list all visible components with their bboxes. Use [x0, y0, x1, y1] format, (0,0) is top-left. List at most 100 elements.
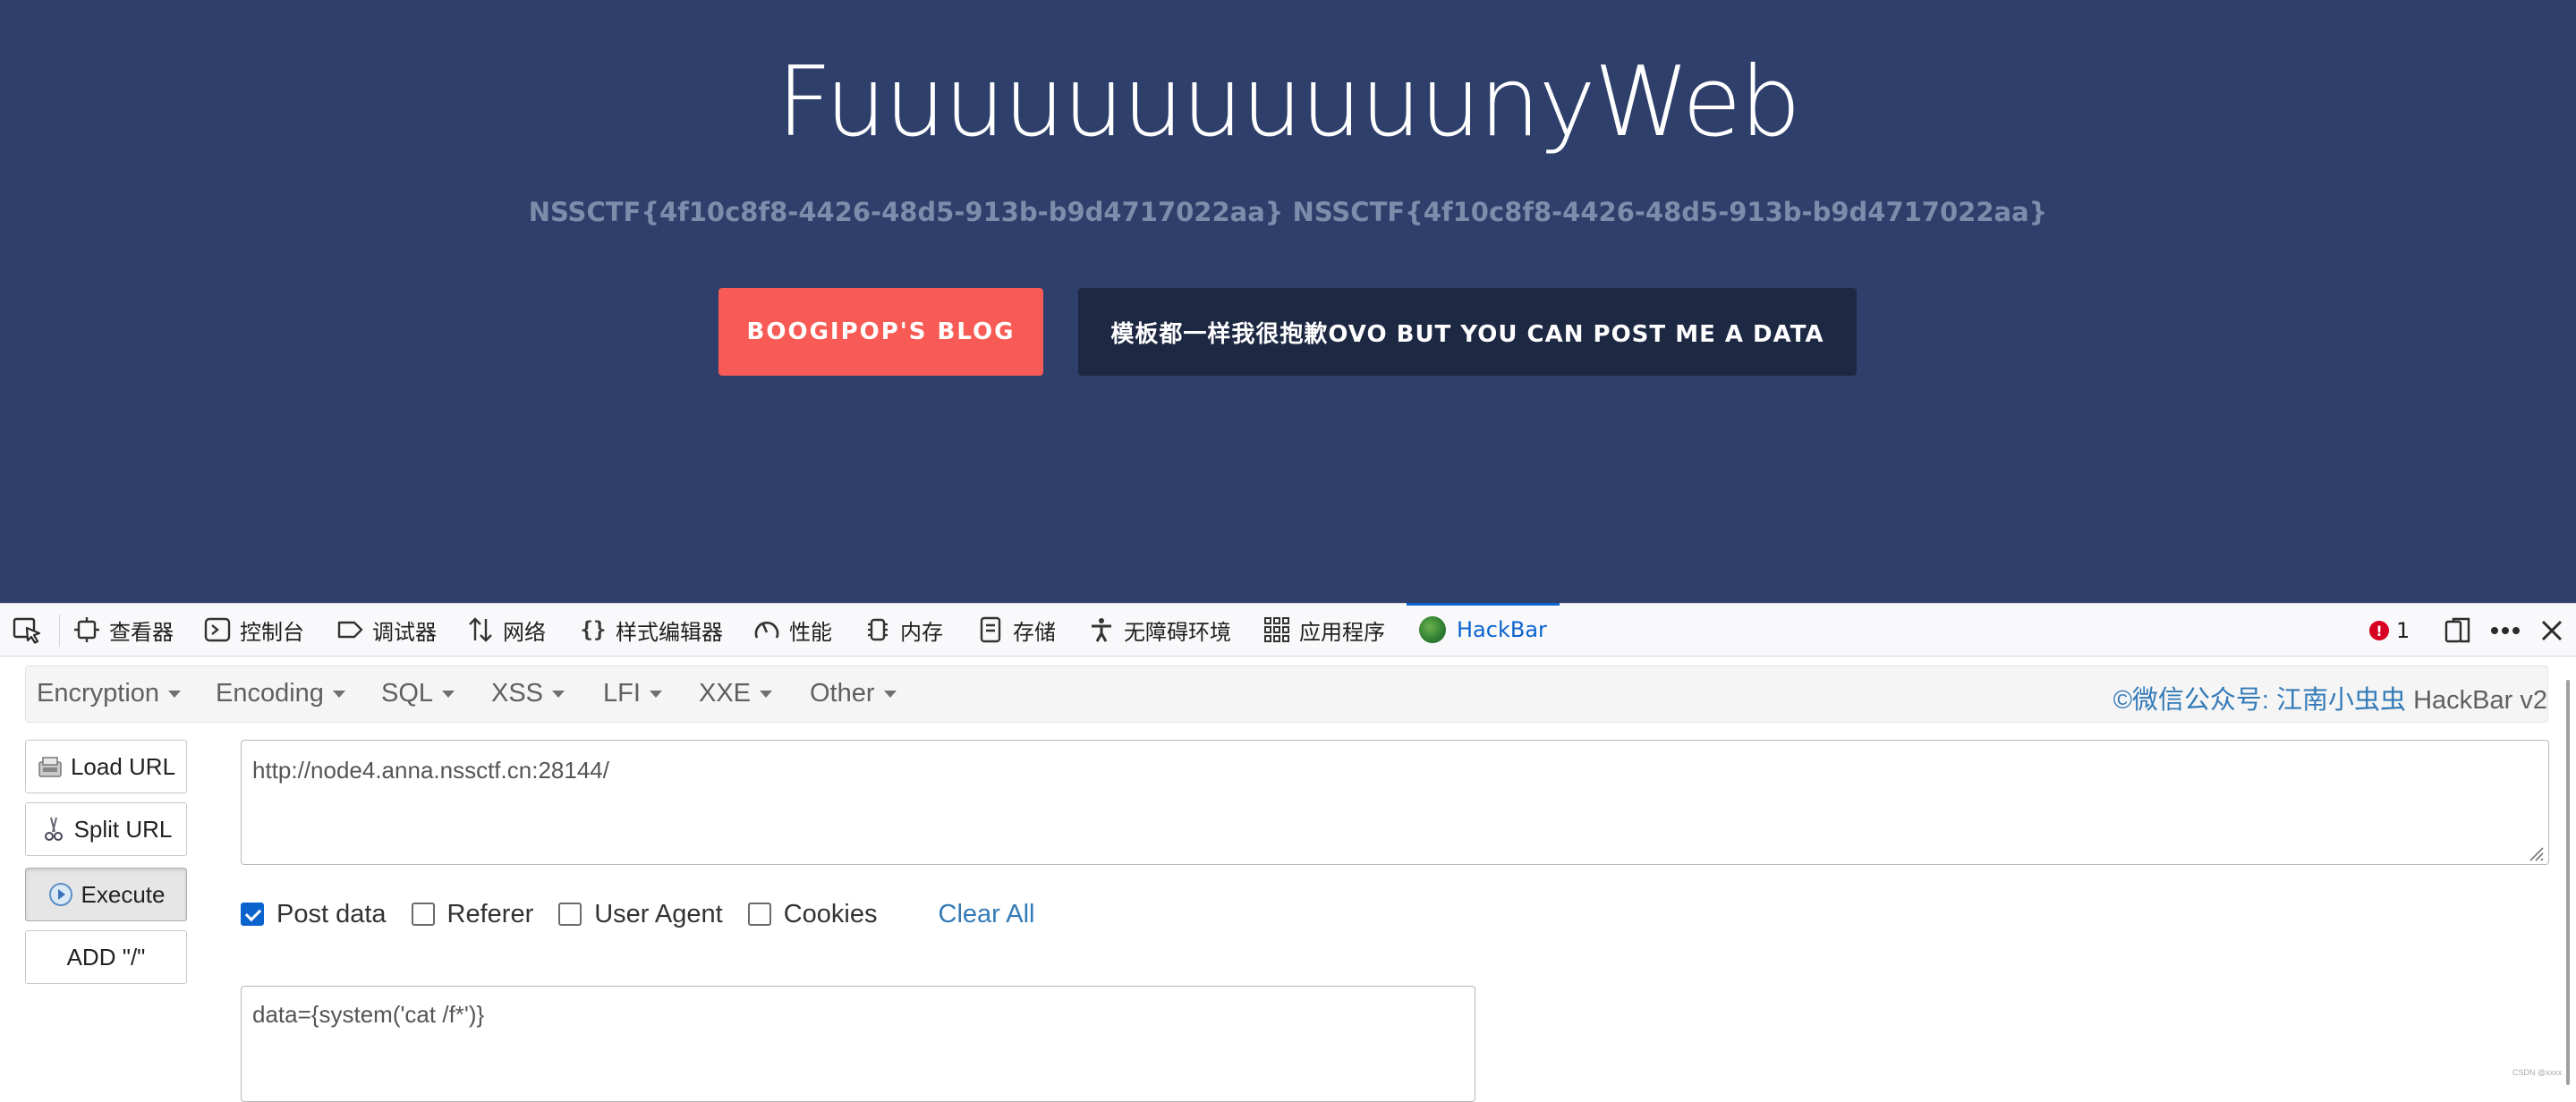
option-label: Cookies	[783, 899, 878, 928]
menu-encryption[interactable]: Encryption	[37, 679, 182, 708]
toolbar-divider	[59, 615, 60, 647]
caret-down-icon	[760, 691, 773, 699]
options-row: Post data Referer User Agent Cookies Cle…	[241, 896, 1035, 932]
add-slash-button[interactable]: ADD "/"	[25, 930, 187, 984]
tab-style-editor[interactable]: {} 样式编辑器	[580, 604, 723, 656]
application-icon	[1263, 616, 1290, 643]
storage-icon	[977, 616, 1004, 643]
menu-other[interactable]: Other	[810, 679, 897, 708]
caret-down-icon	[552, 691, 565, 699]
hackbar-menu-bar: Encryption Encoding SQL XSS LFI XXE Othe…	[25, 665, 2548, 723]
scissors-icon	[40, 816, 67, 843]
load-url-button[interactable]: Load URL	[25, 740, 187, 793]
referer-checkbox[interactable]	[411, 903, 435, 926]
menu-label: XXE	[699, 679, 752, 708]
referer-option[interactable]: Referer	[411, 899, 534, 929]
tab-label: 性能	[789, 619, 832, 645]
close-icon[interactable]	[2536, 615, 2568, 647]
watermark: CSDN @xxxx	[2512, 1068, 2563, 1077]
execute-button[interactable]: Execute	[25, 868, 187, 921]
tab-label: 样式编辑器	[616, 619, 723, 645]
hackbar-logo-icon	[1419, 616, 1446, 643]
style-editor-icon: {}	[580, 617, 607, 642]
caret-down-icon	[168, 691, 182, 699]
tab-network[interactable]: 网络	[467, 604, 546, 656]
performance-icon	[753, 616, 780, 643]
menu-label: Encoding	[216, 679, 324, 708]
post-data-button[interactable]: 模板都一样我很抱歉OVO BUT YOU CAN POST ME A DATA	[1078, 288, 1857, 376]
flag-text: NSSCTF{4f10c8f8-4426-48d5-913b-b9d471702…	[528, 197, 2048, 227]
tab-accessibility[interactable]: 无障碍环境	[1088, 604, 1231, 656]
tab-label: 存储	[1013, 619, 1056, 645]
menu-xss[interactable]: XSS	[491, 679, 565, 708]
tab-application[interactable]: 应用程序	[1263, 604, 1385, 656]
tab-storage[interactable]: 存储	[977, 604, 1056, 656]
menu-label: Encryption	[37, 679, 160, 708]
scrollbar-thumb[interactable]	[2566, 680, 2570, 1085]
debugger-icon	[336, 616, 363, 643]
menu-sql[interactable]: SQL	[381, 679, 455, 708]
clear-all-link[interactable]: Clear All	[939, 900, 1035, 929]
tab-memory[interactable]: 内存	[864, 604, 943, 656]
menu-label: Other	[810, 679, 875, 708]
blog-button[interactable]: BOOGIPOP'S BLOG	[718, 288, 1043, 376]
network-icon	[467, 616, 494, 643]
button-label: Load URL	[70, 752, 176, 780]
more-options-icon[interactable]	[2489, 615, 2521, 647]
post-data-checkbox[interactable]	[241, 903, 264, 926]
tab-label: 应用程序	[1299, 619, 1385, 645]
play-icon	[47, 881, 74, 908]
menu-encoding[interactable]: Encoding	[216, 679, 345, 708]
responsive-design-icon[interactable]	[2441, 615, 2473, 647]
button-label: ADD "/"	[66, 943, 146, 971]
page-title: FuuuuuuuuuuunyWeb	[777, 47, 1801, 158]
option-label: Post data	[276, 899, 387, 928]
menu-label: XSS	[491, 679, 544, 708]
option-label: Referer	[446, 899, 534, 928]
tab-inspector[interactable]: 查看器	[73, 604, 174, 656]
tab-label: HackBar	[1457, 617, 1547, 642]
url-value: http://node4.anna.nssctf.cn:28144/	[252, 757, 609, 784]
caret-down-icon	[649, 691, 662, 699]
tab-label: 控制台	[240, 619, 304, 645]
element-picker-icon[interactable]	[13, 616, 43, 645]
tab-label: 调试器	[372, 619, 437, 645]
url-textarea[interactable]: http://node4.anna.nssctf.cn:28144/	[241, 740, 2549, 865]
button-label: Execute	[81, 880, 166, 908]
load-url-icon	[37, 753, 64, 780]
option-label: User Agent	[594, 899, 723, 928]
console-icon	[204, 616, 231, 643]
tab-label: 网络	[503, 619, 546, 645]
resize-grip-icon[interactable]	[2525, 841, 2545, 861]
menu-label: SQL	[381, 679, 434, 708]
error-icon: !	[2369, 621, 2389, 640]
tab-console[interactable]: 控制台	[204, 604, 304, 656]
hero-section: FuuuuuuuuuuunyWeb NSSCTF{4f10c8f8-4426-4…	[0, 0, 2576, 603]
tab-label: 无障碍环境	[1124, 619, 1231, 645]
error-counter[interactable]: ! 1	[2369, 616, 2410, 645]
caret-down-icon	[883, 691, 897, 699]
caret-down-icon	[332, 691, 345, 699]
cookies-option[interactable]: Cookies	[747, 899, 878, 929]
inspector-icon	[73, 616, 100, 643]
tab-performance[interactable]: 性能	[753, 604, 832, 656]
cookies-checkbox[interactable]	[747, 903, 771, 926]
post-data-option[interactable]: Post data	[241, 900, 387, 929]
tab-debugger[interactable]: 调试器	[336, 604, 437, 656]
post-data-value: data={system('cat /f*')}	[252, 1001, 485, 1028]
tab-label: 查看器	[109, 619, 174, 645]
hackbar-credit: ©微信公众号: 江南小虫虫 HackBar v2	[2113, 679, 2547, 716]
split-url-button[interactable]: Split URL	[25, 802, 187, 856]
caret-down-icon	[442, 691, 455, 699]
menu-xxe[interactable]: XXE	[699, 679, 773, 708]
accessibility-icon	[1088, 616, 1115, 643]
memory-icon	[864, 616, 891, 643]
user-agent-checkbox[interactable]	[558, 903, 582, 926]
button-label: Split URL	[73, 815, 173, 843]
menu-label: LFI	[603, 679, 641, 708]
menu-lfi[interactable]: LFI	[603, 679, 662, 708]
tab-hackbar[interactable]: HackBar	[1407, 603, 1560, 656]
credit-link[interactable]: ©微信公众号: 江南小虫虫	[2113, 686, 2406, 715]
user-agent-option[interactable]: User Agent	[558, 899, 723, 929]
tab-label: 内存	[900, 619, 943, 645]
